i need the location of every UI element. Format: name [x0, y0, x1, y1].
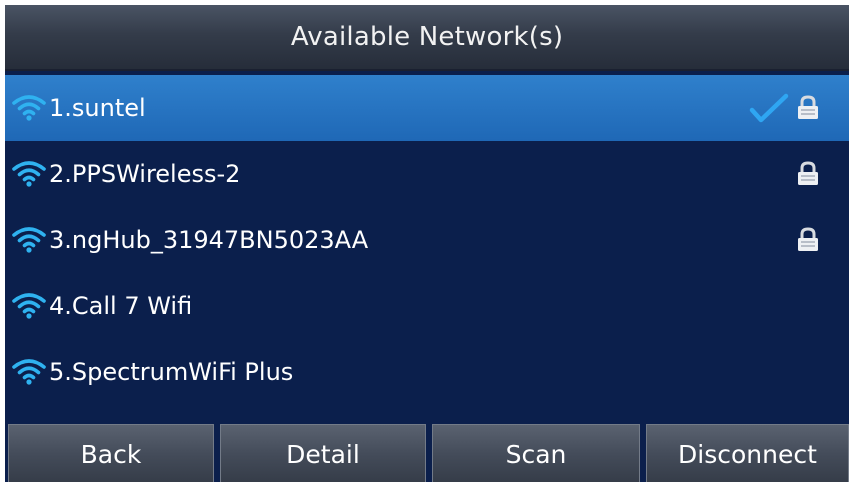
- phone-screen: Available Network(s) 1.suntel 2.PPSWirel…: [5, 5, 849, 482]
- disconnect-button[interactable]: Disconnect: [646, 424, 849, 482]
- lock-icon: [798, 227, 818, 251]
- wifi-icon: [12, 161, 46, 187]
- lock-icon: [798, 161, 818, 185]
- wifi-icon: [12, 227, 46, 253]
- wifi-icon: [12, 293, 46, 319]
- network-name: 3.ngHub_31947BN5023AA: [49, 226, 369, 254]
- network-row-3[interactable]: 3.ngHub_31947BN5023AA: [5, 207, 849, 273]
- title-bar: Available Network(s): [5, 5, 849, 71]
- scan-button[interactable]: Scan: [432, 424, 640, 482]
- detail-button[interactable]: Detail: [220, 424, 426, 482]
- network-row-5[interactable]: 5.SpectrumWiFi Plus: [5, 339, 849, 405]
- wifi-icon: [12, 359, 46, 385]
- network-name: 1.suntel: [49, 94, 146, 122]
- back-button[interactable]: Back: [8, 424, 214, 482]
- network-name: 5.SpectrumWiFi Plus: [49, 358, 294, 386]
- network-name: 4.Call 7 Wifi: [49, 292, 193, 320]
- softkey-bar: Back Detail Scan Disconnect: [5, 422, 849, 482]
- wifi-icon: [12, 95, 46, 121]
- lock-icon: [798, 95, 818, 119]
- network-name: 2.PPSWireless-2: [49, 160, 241, 188]
- page-title: Available Network(s): [290, 22, 564, 52]
- network-list: 1.suntel 2.PPSWireless-2 3.ngHub_31947BN…: [5, 75, 849, 405]
- network-row-1[interactable]: 1.suntel: [5, 75, 849, 141]
- network-row-2[interactable]: 2.PPSWireless-2: [5, 141, 849, 207]
- checkmark-icon: [749, 93, 789, 123]
- network-row-4[interactable]: 4.Call 7 Wifi: [5, 273, 849, 339]
